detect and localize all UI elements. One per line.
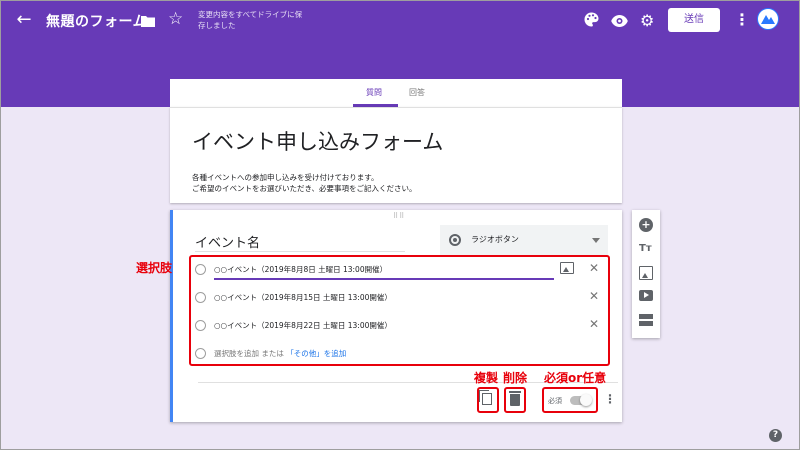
more-icon[interactable]: ⋮ bbox=[734, 10, 750, 29]
side-toolbar: + Tт bbox=[632, 210, 660, 338]
gear-icon[interactable]: ⚙ bbox=[640, 11, 654, 30]
more-options-icon[interactable]: ⋮ bbox=[604, 392, 616, 406]
choices-annotation-label: 選択肢 bbox=[136, 261, 173, 275]
question-type-label: ラジオボタン bbox=[471, 235, 519, 244]
copy-annotation-label: 複製 bbox=[474, 371, 499, 385]
add-question-icon[interactable]: + bbox=[639, 218, 653, 232]
folder-icon[interactable] bbox=[141, 12, 155, 31]
send-button[interactable]: 送信 bbox=[668, 8, 720, 32]
description-line-2: ご希望のイベントをお選びいただき、必要事項をご記入ください。 bbox=[192, 184, 417, 193]
add-video-icon[interactable] bbox=[639, 290, 653, 301]
star-icon[interactable]: ☆ bbox=[168, 9, 183, 29]
radio-button-icon bbox=[449, 234, 461, 246]
form-description[interactable]: 各種イベントへの参加申し込みを受け付けております。 ご希望のイベントをお選びいた… bbox=[192, 172, 416, 194]
delete-annotation-label: 削除 bbox=[503, 371, 528, 385]
question-title-input[interactable]: イベント名 bbox=[195, 232, 405, 252]
back-icon[interactable]: ← bbox=[14, 10, 34, 30]
top-bar: ← 無題のフォーム ☆ 変更内容をすべてドライブに保存しました ⚙ 送信 ⋮ bbox=[0, 0, 800, 40]
add-title-icon[interactable]: Tт bbox=[639, 242, 653, 256]
required-annotation-box bbox=[542, 387, 598, 413]
tab-responses[interactable]: 回答 bbox=[409, 87, 425, 98]
required-annotation-label: 必須or任意 bbox=[544, 371, 607, 385]
description-line-1: 各種イベントへの参加申し込みを受け付けております。 bbox=[192, 173, 379, 182]
delete-annotation-box bbox=[504, 387, 526, 413]
copy-annotation-box bbox=[477, 387, 499, 413]
help-icon[interactable]: ? bbox=[769, 429, 782, 442]
question-type-select[interactable]: ラジオボタン bbox=[440, 225, 608, 255]
add-section-icon[interactable] bbox=[639, 314, 653, 326]
save-status: 変更内容をすべてドライブに保存しました bbox=[198, 10, 303, 30]
tabs-card: 質問 回答 bbox=[170, 79, 622, 107]
form-heading[interactable]: イベント申し込みフォーム bbox=[192, 126, 443, 156]
add-image-icon[interactable] bbox=[639, 266, 653, 280]
drag-handle-icon[interactable]: ⠿⠿ bbox=[393, 212, 405, 220]
avatar[interactable] bbox=[757, 8, 779, 30]
eye-icon[interactable] bbox=[611, 12, 628, 31]
palette-icon[interactable] bbox=[584, 12, 599, 31]
choices-annotation-box bbox=[189, 255, 610, 366]
caret-down-icon bbox=[592, 238, 600, 243]
form-title[interactable]: 無題のフォーム bbox=[46, 11, 147, 31]
tab-questions[interactable]: 質問 bbox=[366, 87, 382, 98]
form-header-card: イベント申し込みフォーム 各種イベントへの参加申し込みを受け付けております。 ご… bbox=[170, 107, 622, 203]
